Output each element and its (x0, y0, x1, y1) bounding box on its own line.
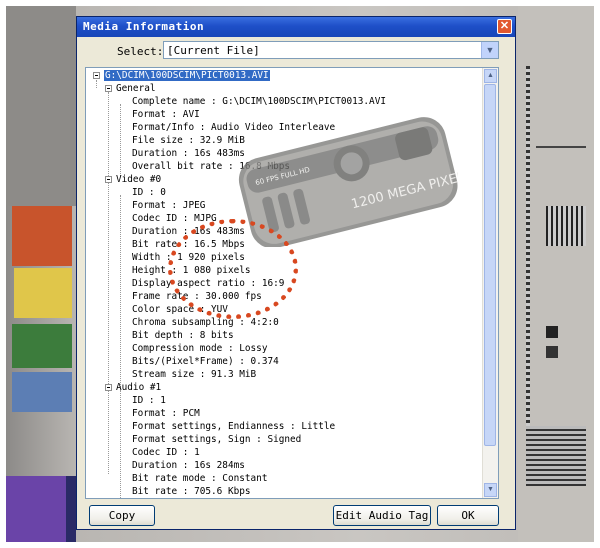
tree-node-audio[interactable]: Audio #1 (116, 381, 161, 394)
chevron-down-icon[interactable]: ▼ (481, 42, 498, 58)
edit-audio-tag-button[interactable]: Edit Audio Tag (333, 505, 431, 526)
scroll-thumb[interactable] (484, 84, 496, 446)
tree-root[interactable]: G:\DCIM\100DSCIM\PICT0013.AVI (104, 69, 270, 82)
vertical-scrollbar[interactable]: ▲ ▼ (482, 68, 498, 498)
scroll-up-icon[interactable]: ▲ (484, 69, 497, 83)
tree-leaf[interactable]: Format settings, Endianness : Little (132, 420, 335, 433)
tree-leaf[interactable]: Bit depth : 8 bits (132, 329, 234, 342)
tree-leaf[interactable]: ID : 0 (132, 186, 166, 199)
collapse-icon[interactable] (105, 384, 112, 391)
tree-leaf[interactable]: File size : 32.9 MiB (132, 134, 245, 147)
tree-leaf[interactable]: Bit rate mode : Constant (132, 472, 267, 485)
collapse-icon[interactable] (93, 72, 100, 79)
copy-button[interactable]: Copy (89, 505, 155, 526)
tree-leaf[interactable]: ID : 1 (132, 394, 166, 407)
tree-leaf[interactable]: Chroma subsampling : 4:2:0 (132, 316, 279, 329)
select-label: Select: (117, 45, 164, 58)
tree-node-video[interactable]: Video #0 (116, 173, 161, 186)
close-icon[interactable]: ✕ (497, 19, 512, 34)
tree-leaf[interactable]: Codec ID : 1 (132, 446, 200, 459)
tree-leaf[interactable]: Format settings, Sign : Signed (132, 433, 301, 446)
tree-leaf[interactable]: Bit rate : 705.6 Kbps (132, 485, 251, 498)
tree-leaf[interactable]: Format : AVI (132, 108, 200, 121)
tree-leaf[interactable]: Format : JPEG (132, 199, 205, 212)
tree-leaf[interactable]: Duration : 16s 483ms (132, 147, 245, 160)
collapse-icon[interactable] (105, 85, 112, 92)
tree-leaf[interactable]: Stream size : 91.3 MiB (132, 368, 256, 381)
tree-node-general[interactable]: General (116, 82, 156, 95)
collapse-icon[interactable] (105, 176, 112, 183)
root-path: G:\DCIM\100DSCIM\PICT0013.AVI (104, 70, 270, 81)
tree-leaf[interactable]: Bits/(Pixel*Frame) : 0.374 (132, 355, 279, 368)
tree-leaf[interactable]: Format : PCM (132, 407, 200, 420)
tree-leaf[interactable]: Compression mode : Lossy (132, 342, 267, 355)
scroll-down-icon[interactable]: ▼ (484, 483, 497, 497)
file-select-dropdown[interactable]: [Current File] ▼ (163, 41, 499, 59)
tree-leaf[interactable]: Complete name : G:\DCIM\100DSCIM\PICT001… (132, 95, 386, 108)
tree-leaf[interactable]: Duration : 16s 284ms (132, 459, 245, 472)
select-value: [Current File] (167, 44, 260, 57)
annotation-circle (168, 219, 298, 319)
window-title: Media Information (83, 20, 205, 33)
ok-button[interactable]: OK (437, 505, 499, 526)
title-bar[interactable]: Media Information ✕ (77, 17, 515, 37)
